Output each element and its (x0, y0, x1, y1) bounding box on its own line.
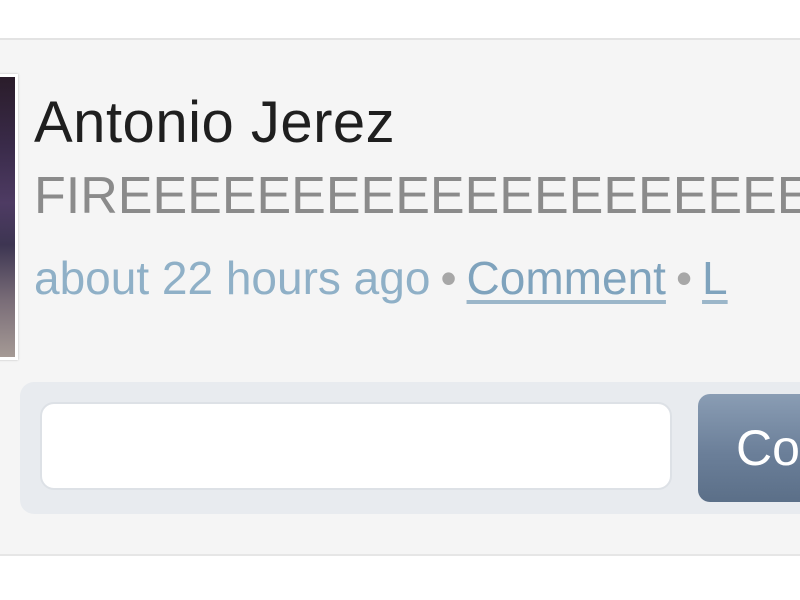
comment-button[interactable]: Co (698, 394, 800, 502)
comment-input[interactable] (40, 402, 672, 490)
author-name[interactable]: Antonio Jerez (34, 88, 395, 158)
timestamp: about 22 hours ago (34, 252, 431, 304)
avatar[interactable] (0, 74, 18, 360)
post-meta: about 22 hours ago • Comment • L (34, 248, 728, 308)
comment-box: Co (20, 382, 800, 514)
feed-viewport: Antonio Jerez FIREEEEEEEEEEEEEEEEEEEEE a… (0, 0, 800, 600)
comment-link[interactable]: Comment (467, 252, 666, 304)
meta-separator: • (675, 252, 693, 304)
post-text: FIREEEEEEEEEEEEEEEEEEEEE (34, 167, 800, 225)
next-post-strip (0, 556, 800, 600)
like-link[interactable]: L (702, 252, 728, 304)
feed-post: Antonio Jerez FIREEEEEEEEEEEEEEEEEEEEE a… (0, 40, 800, 554)
meta-separator: • (440, 252, 457, 304)
